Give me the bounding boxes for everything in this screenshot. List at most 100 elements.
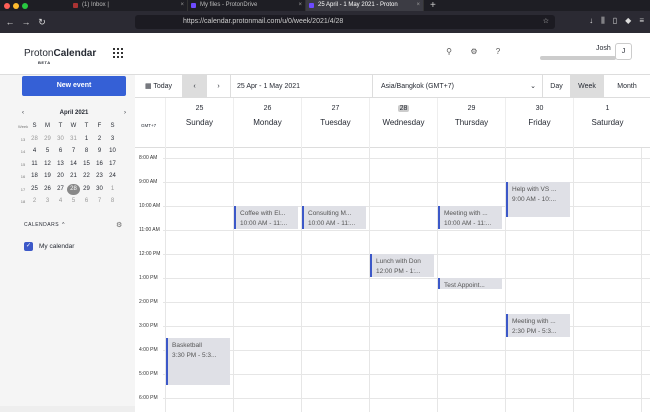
mini-calendar-day[interactable]: 4 bbox=[54, 196, 67, 208]
day-header-saturday[interactable]: 1 Saturday bbox=[573, 98, 641, 148]
mini-calendar-day[interactable]: 24 bbox=[106, 171, 119, 183]
mini-calendar-day[interactable]: 29 bbox=[80, 184, 93, 196]
maximize-window-button[interactable] bbox=[22, 2, 28, 9]
day-header-tuesday[interactable]: 27 Tuesday bbox=[301, 98, 369, 148]
day-header-wednesday[interactable]: 28 Wednesday bbox=[369, 98, 437, 148]
calendar-event[interactable]: Meeting with ... 2:30 PM - 5:3... bbox=[506, 314, 570, 337]
view-month-button[interactable]: Month bbox=[604, 75, 650, 98]
library-icon[interactable]: ⫼ bbox=[601, 16, 605, 26]
next-month-icon[interactable]: › bbox=[124, 108, 126, 118]
mini-calendar-day[interactable]: 15 bbox=[80, 159, 93, 171]
new-event-button[interactable]: New event bbox=[22, 76, 126, 96]
mini-calendar-day[interactable]: 4 bbox=[28, 146, 41, 158]
mini-calendar-day[interactable]: 6 bbox=[54, 146, 67, 158]
address-bar[interactable]: https://calendar.protonmail.com/u/0/week… bbox=[135, 15, 555, 29]
forward-icon[interactable]: → bbox=[20, 17, 32, 27]
mini-calendar-day[interactable]: 21 bbox=[67, 171, 80, 183]
mini-calendar-day[interactable]: 1 bbox=[106, 184, 119, 196]
mini-calendar-day[interactable]: 12 bbox=[41, 159, 54, 171]
prev-month-icon[interactable]: ‹ bbox=[22, 108, 24, 118]
avatar[interactable]: J bbox=[615, 43, 632, 60]
mini-calendar-day[interactable]: 3 bbox=[41, 196, 54, 208]
bookmark-star-icon[interactable]: ☆ bbox=[543, 15, 549, 29]
mini-calendar-day[interactable]: 2 bbox=[28, 196, 41, 208]
mini-calendar-day[interactable]: 28 bbox=[28, 134, 41, 146]
browser-tab-drive[interactable]: My files - ProtonDrive × bbox=[188, 0, 306, 11]
close-tab-icon[interactable]: × bbox=[416, 0, 420, 11]
mini-calendar-day[interactable]: 18 bbox=[28, 171, 41, 183]
view-day-button[interactable]: Day bbox=[543, 75, 571, 98]
mini-calendar-day[interactable]: 2 bbox=[93, 134, 106, 146]
calendar-item-my-calendar[interactable]: ✓ My calendar bbox=[24, 242, 74, 251]
calendar-event[interactable]: Consulting M... 10:00 AM - 11:... bbox=[302, 206, 366, 229]
extension-icon[interactable]: ◆ bbox=[625, 16, 631, 26]
view-week-button[interactable]: Week bbox=[571, 75, 604, 98]
day-header-friday[interactable]: 30 Friday bbox=[505, 98, 573, 148]
today-button[interactable]: ▦ Today bbox=[135, 75, 183, 98]
close-tab-icon[interactable]: × bbox=[298, 0, 302, 11]
mini-calendar-day[interactable]: 30 bbox=[54, 134, 67, 146]
back-icon[interactable]: ← bbox=[4, 17, 16, 27]
mini-calendar-day[interactable]: 20 bbox=[54, 171, 67, 183]
mini-calendar-day[interactable]: 29 bbox=[41, 134, 54, 146]
mini-calendar-day[interactable]: 3 bbox=[106, 134, 119, 146]
new-tab-button[interactable]: + bbox=[424, 0, 436, 11]
mini-calendar-day[interactable]: 6 bbox=[80, 196, 93, 208]
mini-calendar-day[interactable]: 31 bbox=[67, 134, 80, 146]
mini-calendar-day[interactable]: 19 bbox=[41, 171, 54, 183]
apps-grid-icon[interactable] bbox=[113, 48, 123, 58]
mini-calendar-day[interactable]: 13 bbox=[54, 159, 67, 171]
mini-calendar-day[interactable]: 7 bbox=[67, 146, 80, 158]
event-time: 2:30 PM - 5:3... bbox=[512, 328, 557, 335]
calendar-event[interactable]: Test Appoint... bbox=[438, 278, 502, 289]
calendar-event[interactable]: Meeting with ... 10:00 AM - 11:... bbox=[438, 206, 502, 229]
calendar-event[interactable]: Help with VS ... 9:00 AM - 10:... bbox=[506, 182, 570, 217]
next-week-button[interactable]: › bbox=[207, 75, 231, 98]
calendar-event[interactable]: Lunch with Don 12:00 PM - 1:... bbox=[370, 254, 434, 277]
mini-calendar-day[interactable]: 14 bbox=[67, 159, 80, 171]
mini-calendar-day[interactable]: 1 bbox=[80, 134, 93, 146]
timezone-select[interactable]: Asia/Bangkok (GMT+7) ⌄ bbox=[373, 75, 543, 98]
minimize-window-button[interactable] bbox=[13, 2, 19, 9]
mini-calendar-day[interactable]: 5 bbox=[41, 146, 54, 158]
mini-calendar-day[interactable]: 27 bbox=[54, 184, 67, 196]
close-window-button[interactable] bbox=[4, 2, 10, 9]
checkbox-checked-icon[interactable]: ✓ bbox=[24, 242, 33, 251]
mini-calendar-day[interactable]: 25 bbox=[28, 184, 41, 196]
mini-calendar-day[interactable]: 11 bbox=[28, 159, 41, 171]
mini-calendar-day[interactable]: 16 bbox=[93, 159, 106, 171]
reload-icon[interactable]: ↻ bbox=[36, 17, 48, 28]
contacts-icon[interactable]: ⚲ bbox=[444, 47, 454, 57]
calendar-event[interactable]: Coffee with El... 10:00 AM - 11:... bbox=[234, 206, 298, 229]
event-time: 9:00 AM - 10:... bbox=[512, 196, 557, 203]
mini-calendar-day[interactable]: 9 bbox=[93, 146, 106, 158]
settings-gear-icon[interactable]: ⚙ bbox=[469, 47, 479, 57]
proton-calendar-logo[interactable]: ProtonCalendar bbox=[24, 48, 96, 59]
help-icon[interactable]: ? bbox=[493, 47, 503, 57]
browser-tab-calendar[interactable]: 25 April - 1 May 2021 - Proton × bbox=[306, 0, 424, 11]
mini-calendar-day[interactable]: 26 bbox=[41, 184, 54, 196]
download-icon[interactable]: ↓ bbox=[589, 16, 593, 26]
calendars-label: CALENDARS bbox=[24, 222, 60, 228]
calendars-section-header[interactable]: CALENDARS ^ bbox=[24, 222, 65, 228]
prev-week-button[interactable]: ‹ bbox=[183, 75, 207, 98]
menu-icon[interactable]: ≡ bbox=[639, 16, 644, 26]
mini-calendar-day[interactable]: 7 bbox=[93, 196, 106, 208]
mini-calendar-day[interactable]: 30 bbox=[93, 184, 106, 196]
sidebar-icon[interactable]: ▯ bbox=[613, 16, 617, 26]
mini-calendar-day[interactable]: 10 bbox=[106, 146, 119, 158]
mini-calendar-day[interactable]: 5 bbox=[67, 196, 80, 208]
mini-calendar-day[interactable]: 8 bbox=[80, 146, 93, 158]
mini-calendar-day[interactable]: 23 bbox=[93, 171, 106, 183]
calendar-event[interactable]: Basketball 3:30 PM - 5:3... bbox=[166, 338, 230, 385]
mini-calendar-day[interactable]: 8 bbox=[106, 196, 119, 208]
mini-calendar-day[interactable]: 22 bbox=[80, 171, 93, 183]
day-header-sunday[interactable]: 25 Sunday bbox=[165, 98, 233, 148]
close-tab-icon[interactable]: × bbox=[180, 0, 184, 11]
day-header-monday[interactable]: 26 Monday bbox=[233, 98, 301, 148]
mini-calendar-day[interactable]: 17 bbox=[106, 159, 119, 171]
day-header-thursday[interactable]: 29 Thursday bbox=[437, 98, 505, 148]
calendar-settings-icon[interactable]: ⚙ bbox=[116, 221, 122, 229]
browser-tab-inbox[interactable]: (1) Inbox | × bbox=[70, 0, 188, 11]
mini-calendar-day[interactable]: 28 bbox=[67, 183, 80, 195]
